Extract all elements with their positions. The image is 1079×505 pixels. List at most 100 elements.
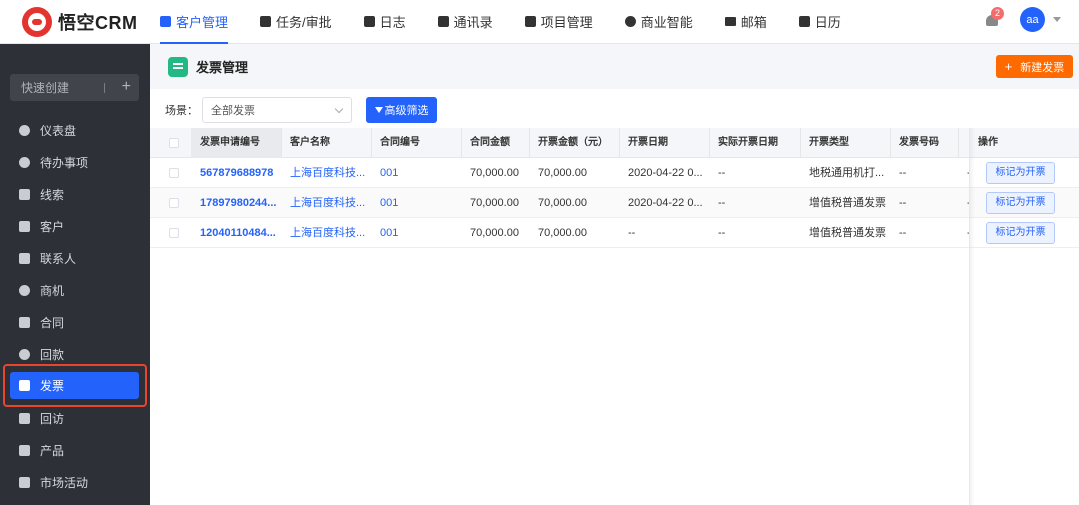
invoice-no-link[interactable]: 17897980244... xyxy=(191,188,281,218)
table-header: 发票申请编号 客户名称 合同编号 合同金额 开票金额（元） 开票日期 实际开票日… xyxy=(150,128,1079,158)
scene-select[interactable]: 全部发票 xyxy=(202,97,352,123)
column-header-actual-date[interactable]: 实际开票日期 xyxy=(709,128,800,158)
fixed-column-divider xyxy=(969,128,970,505)
nav-item-label: 通讯录 xyxy=(453,15,493,30)
invoice-type: 地税通用机打... xyxy=(809,167,885,179)
main-content: 发票管理 + 新建发票 场景： 全部发票 高级筛选 发票申请编号 客户名称 合同… xyxy=(150,44,1079,505)
row-checkbox[interactable] xyxy=(169,198,179,208)
advanced-filter-button[interactable]: 高级筛选 xyxy=(366,97,437,123)
invoice-number: -- xyxy=(899,167,907,179)
contract-link[interactable]: 001 xyxy=(371,218,461,248)
quick-create-button[interactable]: 快速创建 + xyxy=(10,74,139,101)
nav-item-tasks-approval[interactable]: 任务/审批 xyxy=(260,0,332,44)
nav-item-mail[interactable]: 邮箱 xyxy=(724,0,767,44)
nav-item-projects[interactable]: 项目管理 xyxy=(524,0,593,44)
sidebar-item-dashboard[interactable]: 仪表盘 xyxy=(10,117,139,144)
plus-icon: + xyxy=(1004,59,1013,74)
nav-item-log[interactable]: 日志 xyxy=(363,0,406,44)
column-header-contract-no[interactable]: 合同编号 xyxy=(371,128,461,158)
invoice-date: 2020-04-22 0... xyxy=(628,167,703,179)
actual-date: -- xyxy=(718,197,726,209)
chevron-down-icon xyxy=(334,104,344,114)
contact-card-icon xyxy=(19,253,30,264)
user-avatar[interactable]: aa xyxy=(1020,7,1045,32)
invoice-no-link[interactable]: 567879688978 xyxy=(191,158,281,188)
divider xyxy=(281,128,282,158)
column-header-invoice-date[interactable]: 开票日期 xyxy=(619,128,709,158)
sidebar-item-label: 产品 xyxy=(40,444,65,458)
sidebar-item-visits[interactable]: 回访 xyxy=(10,405,139,432)
sidebar-item-leads[interactable]: 线索 xyxy=(10,181,139,208)
table-row[interactable]: 567879688978 上海百度科技... 001 70,000.00 70,… xyxy=(150,158,1079,188)
notification-bell[interactable]: 2 xyxy=(984,6,1004,28)
invoice-amount: 70,000.00 xyxy=(538,167,587,179)
column-header-truncated[interactable] xyxy=(958,128,969,158)
column-header-invoice-no[interactable]: 发票申请编号 xyxy=(191,128,281,158)
new-invoice-button[interactable]: + 新建发票 xyxy=(996,55,1073,78)
column-header-contract-amount[interactable]: 合同金额 xyxy=(461,128,529,158)
page-header: 发票管理 + 新建发票 xyxy=(150,44,1079,89)
sidebar-item-products[interactable]: 产品 xyxy=(10,437,139,464)
sidebar-item-marketing[interactable]: 市场活动 xyxy=(10,469,139,496)
nav-item-contacts[interactable]: 通讯录 xyxy=(437,0,493,44)
contract-link[interactable]: 001 xyxy=(371,158,461,188)
column-header-invoice-type[interactable]: 开票类型 xyxy=(800,128,890,158)
sidebar-item-label: 仪表盘 xyxy=(40,124,77,138)
actual-date: -- xyxy=(718,227,726,239)
invoice-number: -- xyxy=(899,227,907,239)
invoice-date: 2020-04-22 0... xyxy=(628,197,703,209)
column-header-invoice-number[interactable]: 发票号码 xyxy=(890,128,958,158)
mark-invoiced-button[interactable]: 标记为开票 xyxy=(986,162,1055,184)
sidebar-item-label: 线索 xyxy=(40,188,65,202)
nav-item-label: 项目管理 xyxy=(540,15,593,30)
contract-amount: 70,000.00 xyxy=(470,197,519,209)
divider xyxy=(529,128,530,158)
sidebar-item-label: 回款 xyxy=(40,348,65,362)
contacts-icon xyxy=(437,16,449,27)
brand-logo[interactable]: 悟空CRM xyxy=(0,6,150,37)
sidebar-item-todo[interactable]: 待办事项 xyxy=(10,149,139,176)
nav-item-label: 商业智能 xyxy=(640,15,693,30)
calendar-icon xyxy=(798,16,810,27)
divider xyxy=(709,128,710,158)
nav-item-business-intelligence[interactable]: 商业智能 xyxy=(624,0,693,44)
sidebar-item-opportunities[interactable]: 商机 xyxy=(10,277,139,304)
sidebar-item-contracts[interactable]: 合同 xyxy=(10,309,139,336)
invoice-amount: 70,000.00 xyxy=(538,197,587,209)
sidebar-item-contacts[interactable]: 联系人 xyxy=(10,245,139,272)
dashboard-icon xyxy=(19,125,30,136)
nav-item-customer-management[interactable]: 客户管理 xyxy=(160,0,229,44)
customer-link[interactable]: 上海百度科技... xyxy=(281,158,371,188)
caret-down-icon[interactable] xyxy=(1053,17,1061,22)
sidebar-item-customers[interactable]: 客户 xyxy=(10,213,139,240)
contract-link[interactable]: 001 xyxy=(371,188,461,218)
mark-invoiced-button[interactable]: 标记为开票 xyxy=(986,192,1055,214)
annotation-highlight-box xyxy=(3,364,147,407)
home-icon xyxy=(19,413,30,424)
nav-item-calendar[interactable]: 日历 xyxy=(798,0,841,44)
truncated-cell: - xyxy=(958,188,969,218)
row-checkbox[interactable] xyxy=(169,168,179,178)
mark-invoiced-button[interactable]: 标记为开票 xyxy=(986,222,1055,244)
sidebar-item-label: 待办事项 xyxy=(40,156,89,170)
divider xyxy=(371,128,372,158)
sidebar-item-label: 合同 xyxy=(40,316,65,330)
new-invoice-label: 新建发票 xyxy=(1020,61,1065,74)
brand-name: 悟空CRM xyxy=(58,12,138,33)
moneybag-icon xyxy=(19,349,30,360)
customer-link[interactable]: 上海百度科技... xyxy=(281,218,371,248)
nav-item-label: 邮箱 xyxy=(740,15,767,30)
select-all-checkbox[interactable] xyxy=(169,138,179,148)
customer-link[interactable]: 上海百度科技... xyxy=(281,188,371,218)
column-header-customer[interactable]: 客户名称 xyxy=(281,128,371,158)
table-row[interactable]: 12040110484... 上海百度科技... 001 70,000.00 7… xyxy=(150,218,1079,248)
table-row[interactable]: 17897980244... 上海百度科技... 001 70,000.00 7… xyxy=(150,188,1079,218)
nav-item-label: 任务/审批 xyxy=(276,15,332,30)
row-checkbox[interactable] xyxy=(169,228,179,238)
invoice-number: -- xyxy=(899,197,907,209)
column-header-invoice-amount[interactable]: 开票金额（元） xyxy=(529,128,619,158)
send-icon xyxy=(19,477,30,488)
filter-bar: 场景： 全部发票 高级筛选 xyxy=(150,95,1079,125)
quick-create-label: 快速创建 xyxy=(21,81,70,95)
invoice-no-link[interactable]: 12040110484... xyxy=(191,218,281,248)
